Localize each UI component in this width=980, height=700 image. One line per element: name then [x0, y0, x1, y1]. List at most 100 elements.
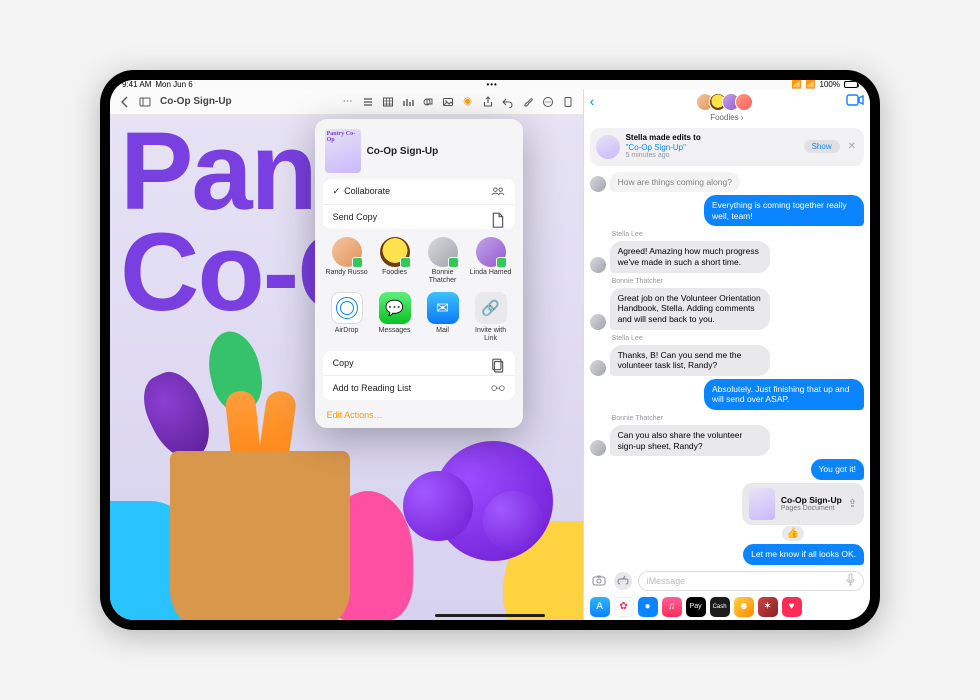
- avatar: [428, 237, 458, 267]
- message-bubble[interactable]: How are things coming along?: [610, 172, 740, 193]
- share-app-mail[interactable]: ✉︎ Mail: [421, 292, 465, 342]
- share-people-row: Randy Russo Foodies Bonnie Thatcher: [323, 237, 515, 284]
- brush-icon[interactable]: [521, 95, 535, 109]
- chevron-right-icon: ›: [741, 113, 744, 122]
- banner-show-button[interactable]: Show: [804, 140, 840, 153]
- message-bubble[interactable]: You got it!: [811, 459, 865, 480]
- airdrop-icon: [331, 292, 363, 324]
- messages-app: ‹ Foodies› Stella made edits to "Co-Op S…: [584, 89, 870, 620]
- split-view: Co-Op Sign-Up ⋯ ◉ Pant: [110, 89, 870, 620]
- more-circle-icon[interactable]: [541, 95, 555, 109]
- share-app-airdrop[interactable]: AirDrop: [325, 292, 369, 342]
- avatar: [590, 176, 606, 192]
- group-avatars[interactable]: [701, 93, 753, 111]
- collaboration-banner[interactable]: Stella made edits to "Co-Op Sign-Up" 5 m…: [590, 128, 864, 166]
- app-strip-photos-icon[interactable]: ✿: [614, 597, 634, 617]
- conversation-name[interactable]: Foodies›: [710, 113, 743, 122]
- shape-icon[interactable]: [421, 95, 435, 109]
- sidebar-icon[interactable]: [138, 95, 152, 109]
- banner-text: Stella made edits to "Co-Op Sign-Up" 5 m…: [626, 133, 798, 161]
- attachment-thumbnail: [749, 488, 775, 520]
- collaboration-avatar-icon[interactable]: ◉: [461, 95, 475, 109]
- attachment-share-icon[interactable]: ⇪: [848, 497, 857, 510]
- banner-thumbnail: [596, 135, 620, 159]
- table-icon[interactable]: [381, 95, 395, 109]
- poster-art: [433, 441, 553, 561]
- list-icon[interactable]: [361, 95, 375, 109]
- app-strip-cash-icon[interactable]: Cash: [710, 597, 730, 617]
- dictation-icon[interactable]: [846, 573, 855, 588]
- share-thumbnail: Pantry Co-Op: [325, 129, 361, 173]
- send-copy-option[interactable]: Send Copy: [323, 205, 515, 229]
- banner-close-icon[interactable]: ✕: [846, 141, 858, 152]
- home-indicator[interactable]: [435, 614, 545, 618]
- pages-toolbar: Co-Op Sign-Up ⋯ ◉: [110, 89, 583, 115]
- app-strip-audio-icon[interactable]: ●: [638, 597, 658, 617]
- app-strip-item-icon[interactable]: ✶: [758, 597, 778, 617]
- app-strip-pay-icon[interactable]: Pay: [686, 597, 706, 617]
- sender-label: Stella Lee: [612, 231, 864, 238]
- reading-list-action[interactable]: Add to Reading List: [323, 376, 515, 400]
- app-strip-memoji-icon[interactable]: ☻: [734, 597, 754, 617]
- undo-icon[interactable]: [501, 95, 515, 109]
- edit-actions-link[interactable]: Edit Actions…: [323, 406, 515, 420]
- share-icon[interactable]: [481, 95, 495, 109]
- messages-app-strip[interactable]: A ✿ ● ♫ Pay Cash ☻ ✶ ♥: [584, 595, 870, 620]
- sender-label: Bonnie Thatcher: [612, 278, 864, 285]
- messages-icon: 💬: [379, 292, 411, 324]
- message-thread[interactable]: How are things coming along? Everything …: [584, 170, 870, 567]
- share-app-link[interactable]: 🔗 Invite with Link: [469, 292, 513, 342]
- wifi-icon: 📶: [806, 80, 816, 89]
- tapback-reaction[interactable]: 👍: [782, 526, 804, 541]
- message-bubble[interactable]: Great job on the Volunteer Orientation H…: [610, 288, 770, 330]
- collaborate-option[interactable]: ✓Collaborate: [323, 179, 515, 205]
- media-icon[interactable]: [441, 95, 455, 109]
- app-strip-store-icon[interactable]: A: [590, 597, 610, 617]
- share-contact[interactable]: Linda Hamed: [469, 237, 513, 284]
- camera-icon[interactable]: [590, 572, 608, 590]
- status-date: Mon Jun 6: [155, 80, 192, 89]
- link-icon: 🔗: [475, 292, 507, 324]
- facetime-icon[interactable]: [846, 93, 864, 111]
- glasses-icon: [491, 383, 505, 393]
- copy-icon: [491, 358, 505, 368]
- avatar: [332, 237, 362, 267]
- share-contact[interactable]: Randy Russo: [325, 237, 369, 284]
- document-title[interactable]: Co-Op Sign-Up: [158, 96, 232, 107]
- message-bubble[interactable]: Agreed! Amazing how much progress we've …: [610, 241, 770, 272]
- share-app-messages[interactable]: 💬 Messages: [373, 292, 417, 342]
- back-icon[interactable]: [118, 95, 132, 109]
- share-title: Co-Op Sign-Up: [367, 146, 439, 157]
- copy-action[interactable]: Copy: [323, 351, 515, 376]
- back-icon[interactable]: ‹: [590, 93, 595, 109]
- avatar: [590, 314, 606, 330]
- message-bubble[interactable]: Absolutely. Just finishing that up and w…: [704, 379, 864, 410]
- app-strip-digitaltouch-icon[interactable]: ♥: [782, 597, 802, 617]
- ellipsis-icon[interactable]: ⋯: [341, 95, 355, 109]
- mail-icon: ✉︎: [427, 292, 459, 324]
- status-time: 9:41 AM: [122, 80, 151, 89]
- poster-art: [170, 451, 350, 620]
- ipad-frame: 9:41 AM Mon Jun 6 ••• 📶 📶 100% Co-Op Sig…: [100, 70, 880, 630]
- avatar: [590, 257, 606, 273]
- avatar: [590, 360, 606, 376]
- message-bubble[interactable]: Can you also share the volunteer sign-up…: [610, 425, 770, 456]
- battery-icon: [844, 81, 858, 88]
- status-bar: 9:41 AM Mon Jun 6 ••• 📶 📶 100%: [110, 80, 870, 89]
- share-contact[interactable]: Bonnie Thatcher: [421, 237, 465, 284]
- pages-app: Co-Op Sign-Up ⋯ ◉ Pant: [110, 89, 584, 620]
- app-strip-music-icon[interactable]: ♫: [662, 597, 682, 617]
- attachment-card[interactable]: Co-Op Sign-Up Pages Document ⇪: [742, 483, 864, 525]
- multitask-indicator[interactable]: •••: [486, 80, 497, 89]
- message-bubble[interactable]: Everything is coming together really wel…: [704, 195, 864, 226]
- document-settings-icon[interactable]: [561, 95, 575, 109]
- message-bubble[interactable]: Let me know if all looks OK.: [743, 544, 864, 565]
- message-bubble[interactable]: Thanks, B! Can you send me the volunteer…: [610, 345, 770, 376]
- share-contact[interactable]: Foodies: [373, 237, 417, 284]
- message-input[interactable]: iMessage: [638, 571, 864, 591]
- document-icon: [491, 212, 505, 222]
- chart-icon[interactable]: [401, 95, 415, 109]
- app-drawer-icon[interactable]: [614, 572, 632, 590]
- messages-header: ‹ Foodies›: [584, 89, 870, 124]
- share-apps-row: AirDrop 💬 Messages ✉︎ Mail 🔗 Invite: [323, 292, 515, 342]
